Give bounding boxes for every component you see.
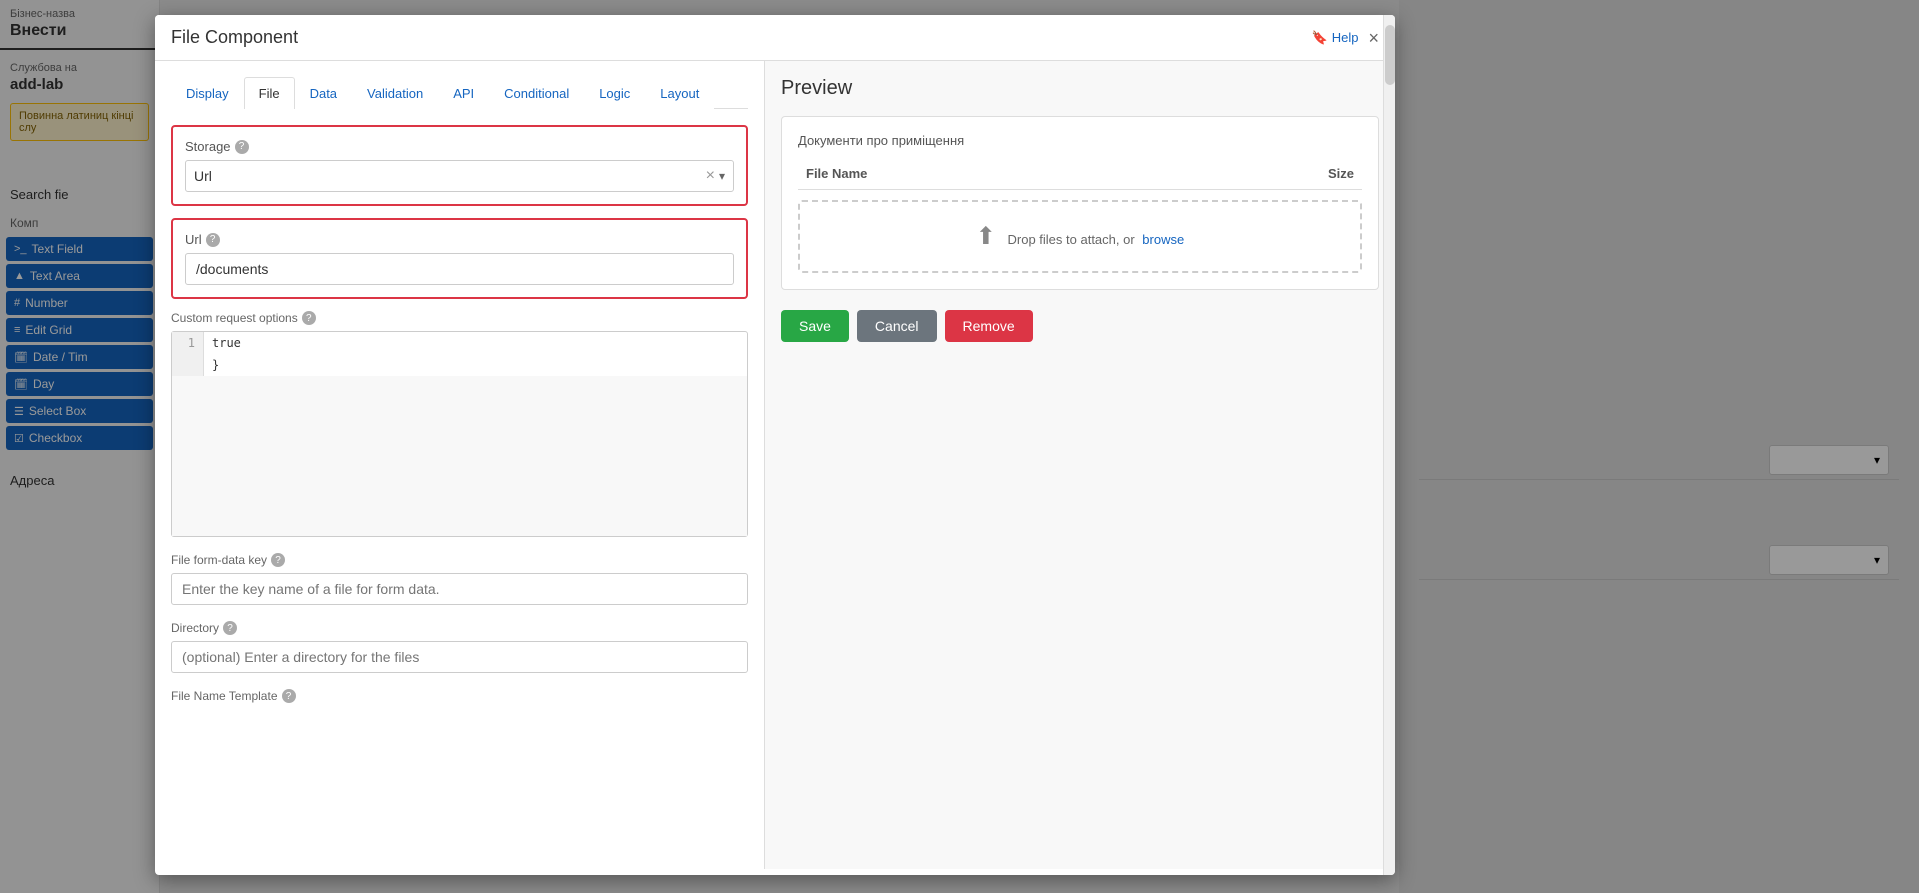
tab-data[interactable]: Data	[295, 77, 352, 109]
modal-body: Display File Data Validation API Conditi…	[155, 61, 1395, 869]
help-link[interactable]: 🔖 Help	[1312, 30, 1359, 46]
storage-help-icon[interactable]: ?	[235, 140, 249, 154]
custom-request-label-text: Custom request options	[171, 311, 298, 325]
modal-title: File Component	[171, 27, 298, 48]
file-form-data-section: File form-data key ?	[171, 553, 748, 605]
storage-label-text: Storage	[185, 139, 231, 154]
url-section: Url ?	[171, 218, 748, 299]
file-name-template-section: File Name Template ?	[171, 689, 748, 703]
modal-dialog: File Component 🔖 Help × Display File Dat…	[155, 15, 1395, 875]
code-line-content-2: }	[204, 354, 747, 376]
tab-validation[interactable]: Validation	[352, 77, 438, 109]
modal-right-panel: Preview Документи про приміщення File Na…	[765, 61, 1395, 869]
tab-logic[interactable]: Logic	[584, 77, 645, 109]
modal-header: File Component 🔖 Help ×	[155, 15, 1395, 61]
directory-input[interactable]	[171, 641, 748, 673]
help-icon: 🔖	[1312, 30, 1328, 46]
storage-select-value: Url	[194, 168, 706, 184]
tab-layout[interactable]: Layout	[645, 77, 714, 109]
drop-text: Drop files to attach, or	[1008, 232, 1135, 247]
file-form-data-input[interactable]	[171, 573, 748, 605]
browse-link[interactable]: browse	[1142, 232, 1184, 247]
directory-section: Directory ?	[171, 621, 748, 673]
tab-api[interactable]: API	[438, 77, 489, 109]
drop-zone[interactable]: ⬆ Drop files to attach, or browse	[798, 200, 1362, 273]
tab-bar: Display File Data Validation API Conditi…	[171, 77, 748, 109]
cancel-button[interactable]: Cancel	[857, 310, 937, 342]
directory-label: Directory ?	[171, 621, 748, 635]
file-form-data-help-icon[interactable]: ?	[271, 553, 285, 567]
tab-conditional[interactable]: Conditional	[489, 77, 584, 109]
custom-request-section: Custom request options ? 1 true }	[171, 311, 748, 537]
code-editor-body[interactable]	[172, 376, 747, 536]
code-line-number-2	[172, 354, 204, 376]
action-buttons: Save Cancel Remove	[781, 310, 1379, 342]
code-line-content: true	[204, 332, 747, 354]
preview-title: Preview	[781, 77, 1379, 100]
storage-label: Storage ?	[185, 139, 734, 154]
url-help-icon[interactable]: ?	[206, 233, 220, 247]
file-name-template-label-text: File Name Template	[171, 689, 278, 703]
url-label: Url ?	[185, 232, 734, 247]
preview-content: Документи про приміщення File Name Size …	[781, 116, 1379, 290]
size-header: Size	[1164, 158, 1362, 190]
tab-file[interactable]: File	[244, 77, 295, 109]
storage-arrow-icon: ▾	[719, 169, 725, 183]
storage-select[interactable]: Url × ▾	[185, 160, 734, 192]
file-table: File Name Size	[798, 158, 1362, 190]
upload-icon: ⬆	[976, 223, 996, 250]
directory-help-icon[interactable]: ?	[223, 621, 237, 635]
scrollbar-thumb	[1385, 25, 1395, 85]
modal-scrollbar[interactable]	[1383, 15, 1395, 875]
storage-section: Storage ? Url × ▾	[171, 125, 748, 206]
tab-display[interactable]: Display	[171, 77, 244, 109]
preview-field-label: Документи про приміщення	[798, 133, 1362, 148]
save-button[interactable]: Save	[781, 310, 849, 342]
file-name-header: File Name	[798, 158, 1164, 190]
file-form-data-label-text: File form-data key	[171, 553, 267, 567]
custom-request-label: Custom request options ?	[171, 311, 748, 325]
modal-header-actions: 🔖 Help ×	[1312, 29, 1379, 47]
directory-label-text: Directory	[171, 621, 219, 635]
url-input[interactable]	[185, 253, 734, 285]
remove-button[interactable]: Remove	[945, 310, 1033, 342]
custom-request-help-icon[interactable]: ?	[302, 311, 316, 325]
code-editor-line-1: 1 true	[172, 332, 747, 354]
code-editor[interactable]: 1 true }	[171, 331, 748, 537]
file-name-template-help-icon[interactable]: ?	[282, 689, 296, 703]
help-label: Help	[1332, 30, 1359, 45]
file-name-template-label: File Name Template ?	[171, 689, 748, 703]
code-line-number: 1	[172, 332, 204, 354]
file-form-data-label: File form-data key ?	[171, 553, 748, 567]
url-label-text: Url	[185, 232, 202, 247]
modal-left-panel: Display File Data Validation API Conditi…	[155, 61, 765, 869]
storage-clear-icon[interactable]: ×	[706, 167, 715, 185]
code-editor-line-2: }	[172, 354, 747, 376]
close-button[interactable]: ×	[1368, 29, 1379, 47]
